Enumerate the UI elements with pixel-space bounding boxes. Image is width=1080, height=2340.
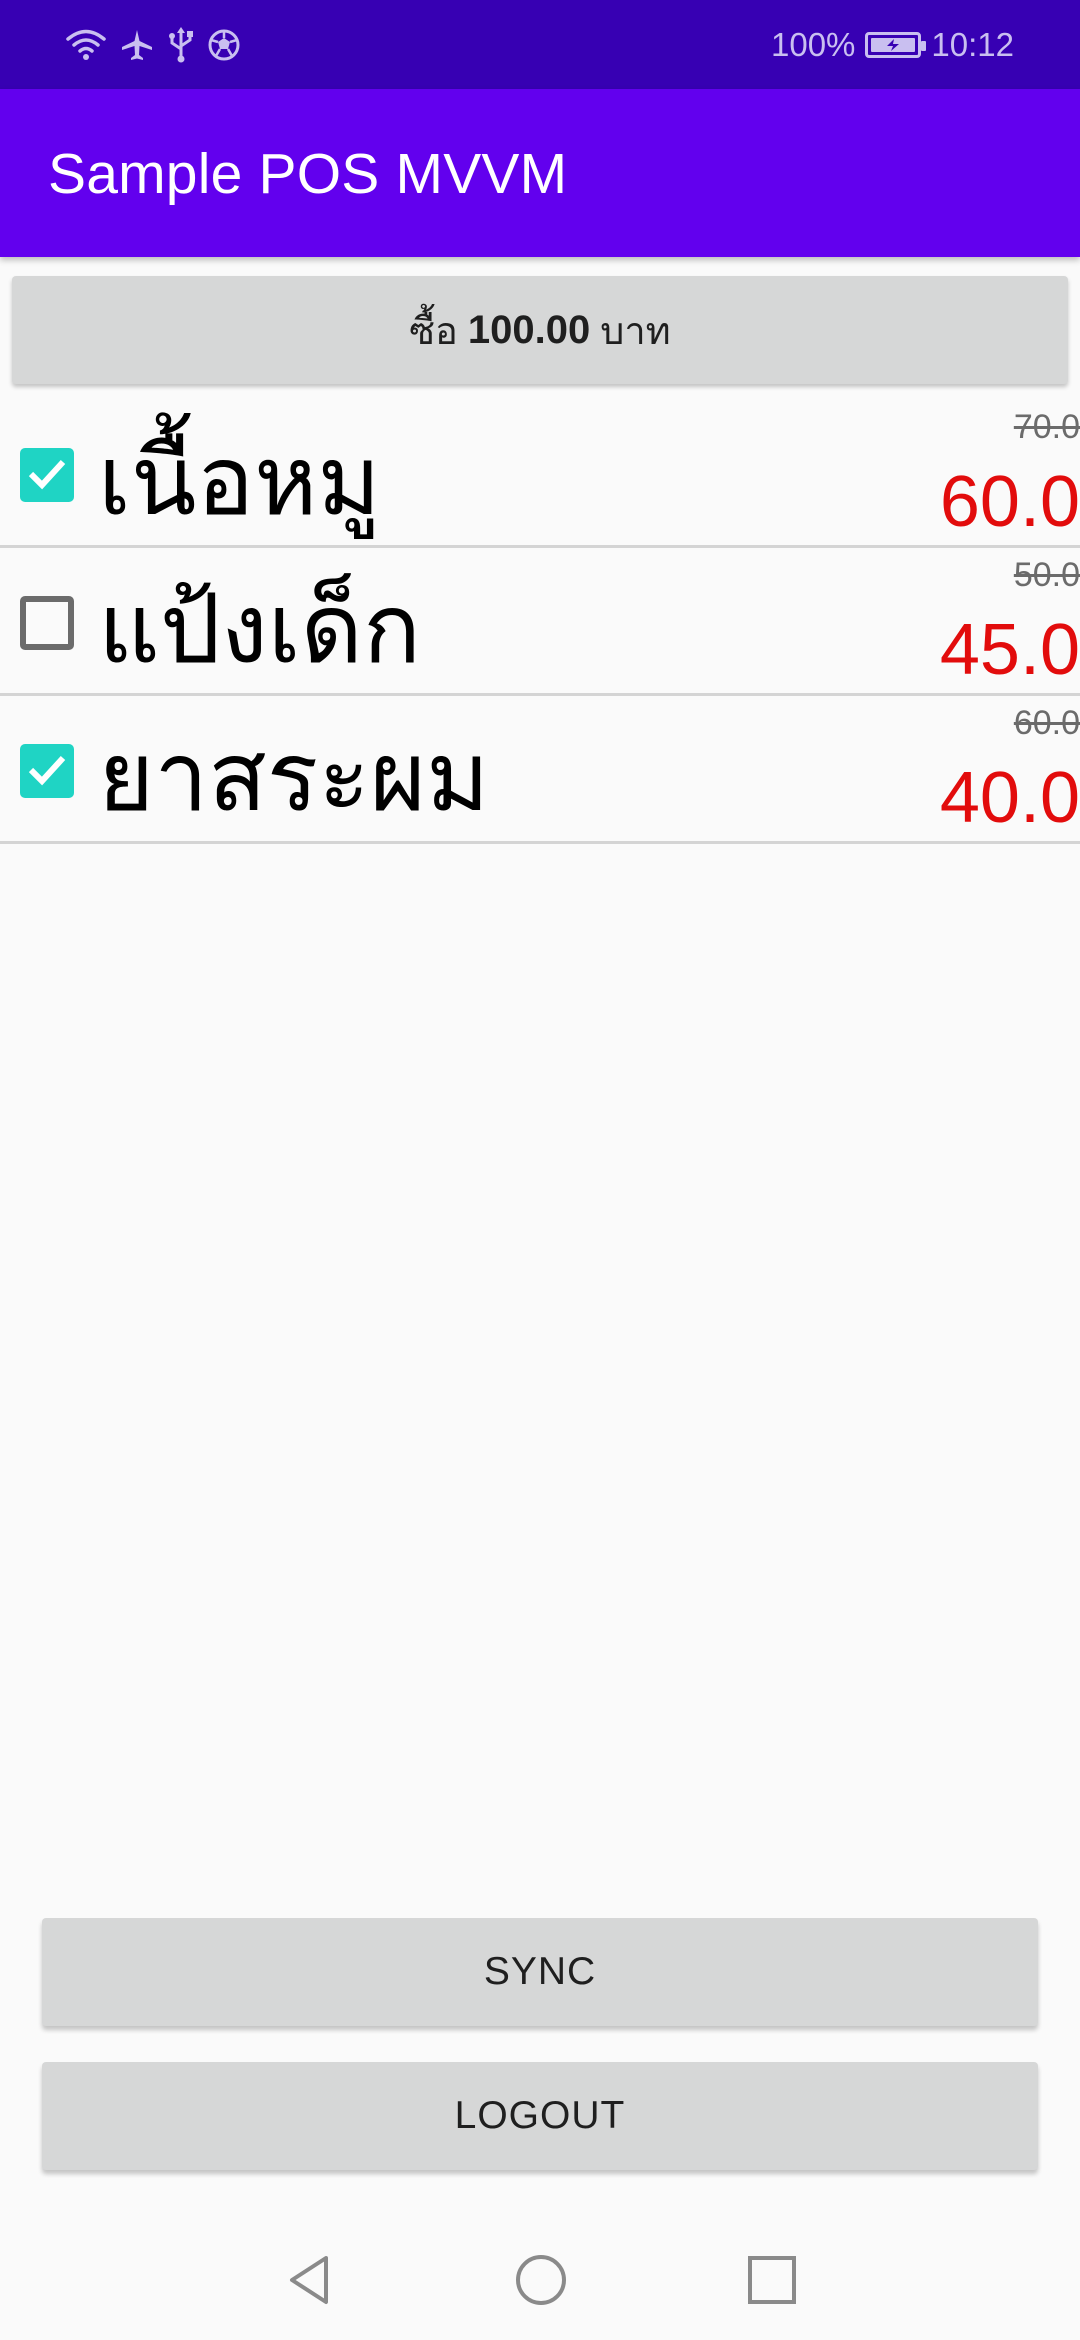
battery-percent: 100%: [771, 25, 856, 63]
status-time: 10:12: [931, 25, 1014, 63]
status-icons-left: [66, 22, 240, 67]
product-new-price: 40.0: [939, 758, 1080, 838]
home-icon[interactable]: [513, 2252, 569, 2312]
product-name: ยาสระผม: [98, 721, 490, 833]
product-old-price: 50.0: [1013, 556, 1080, 594]
product-list: เนื้อหมู 70.0 60.0 แป้งเด็ก 50.0 45.0 ยา…: [0, 400, 1080, 844]
product-checkbox-unchecked[interactable]: [20, 596, 74, 650]
logout-button[interactable]: LOGOUT: [42, 2062, 1038, 2170]
product-row[interactable]: เนื้อหมู 70.0 60.0: [0, 400, 1080, 548]
buy-button-prefix: ซื้อ: [409, 308, 458, 353]
buy-button-suffix: บาท: [600, 308, 671, 353]
sync-button[interactable]: SYNC: [42, 1918, 1038, 2026]
product-row[interactable]: แป้งเด็ก 50.0 45.0: [0, 548, 1080, 696]
product-checkbox-checked[interactable]: [20, 744, 74, 798]
buy-button-amount: 100.00: [467, 307, 591, 352]
product-checkbox-checked[interactable]: [20, 448, 74, 502]
status-bar: 100% 10:12: [0, 0, 1080, 89]
status-icons-right: 100% 10:12: [771, 22, 1014, 67]
product-old-price: 70.0: [1013, 408, 1080, 446]
back-icon[interactable]: [282, 2252, 338, 2312]
app-title: Sample POS MVVM: [48, 142, 568, 206]
battery-charging-icon: [865, 31, 927, 58]
usb-icon: [168, 26, 194, 63]
navigation-bar: [0, 2220, 1080, 2340]
app-bar: Sample POS MVVM: [0, 89, 1080, 257]
wifi-icon: [66, 28, 106, 62]
product-new-price: 60.0: [939, 462, 1080, 542]
product-old-price: 60.0: [1013, 704, 1080, 742]
product-row[interactable]: ยาสระผม 60.0 40.0: [0, 696, 1080, 844]
recents-icon[interactable]: [744, 2252, 800, 2312]
airplane-icon: [120, 28, 154, 62]
buy-button[interactable]: ซื้อ 100.00 บาท: [12, 276, 1068, 384]
product-name: เนื้อหมู: [98, 425, 381, 537]
product-new-price: 45.0: [939, 610, 1080, 690]
product-name: แป้งเด็ก: [98, 573, 421, 685]
soccer-ball-icon: [208, 29, 240, 61]
